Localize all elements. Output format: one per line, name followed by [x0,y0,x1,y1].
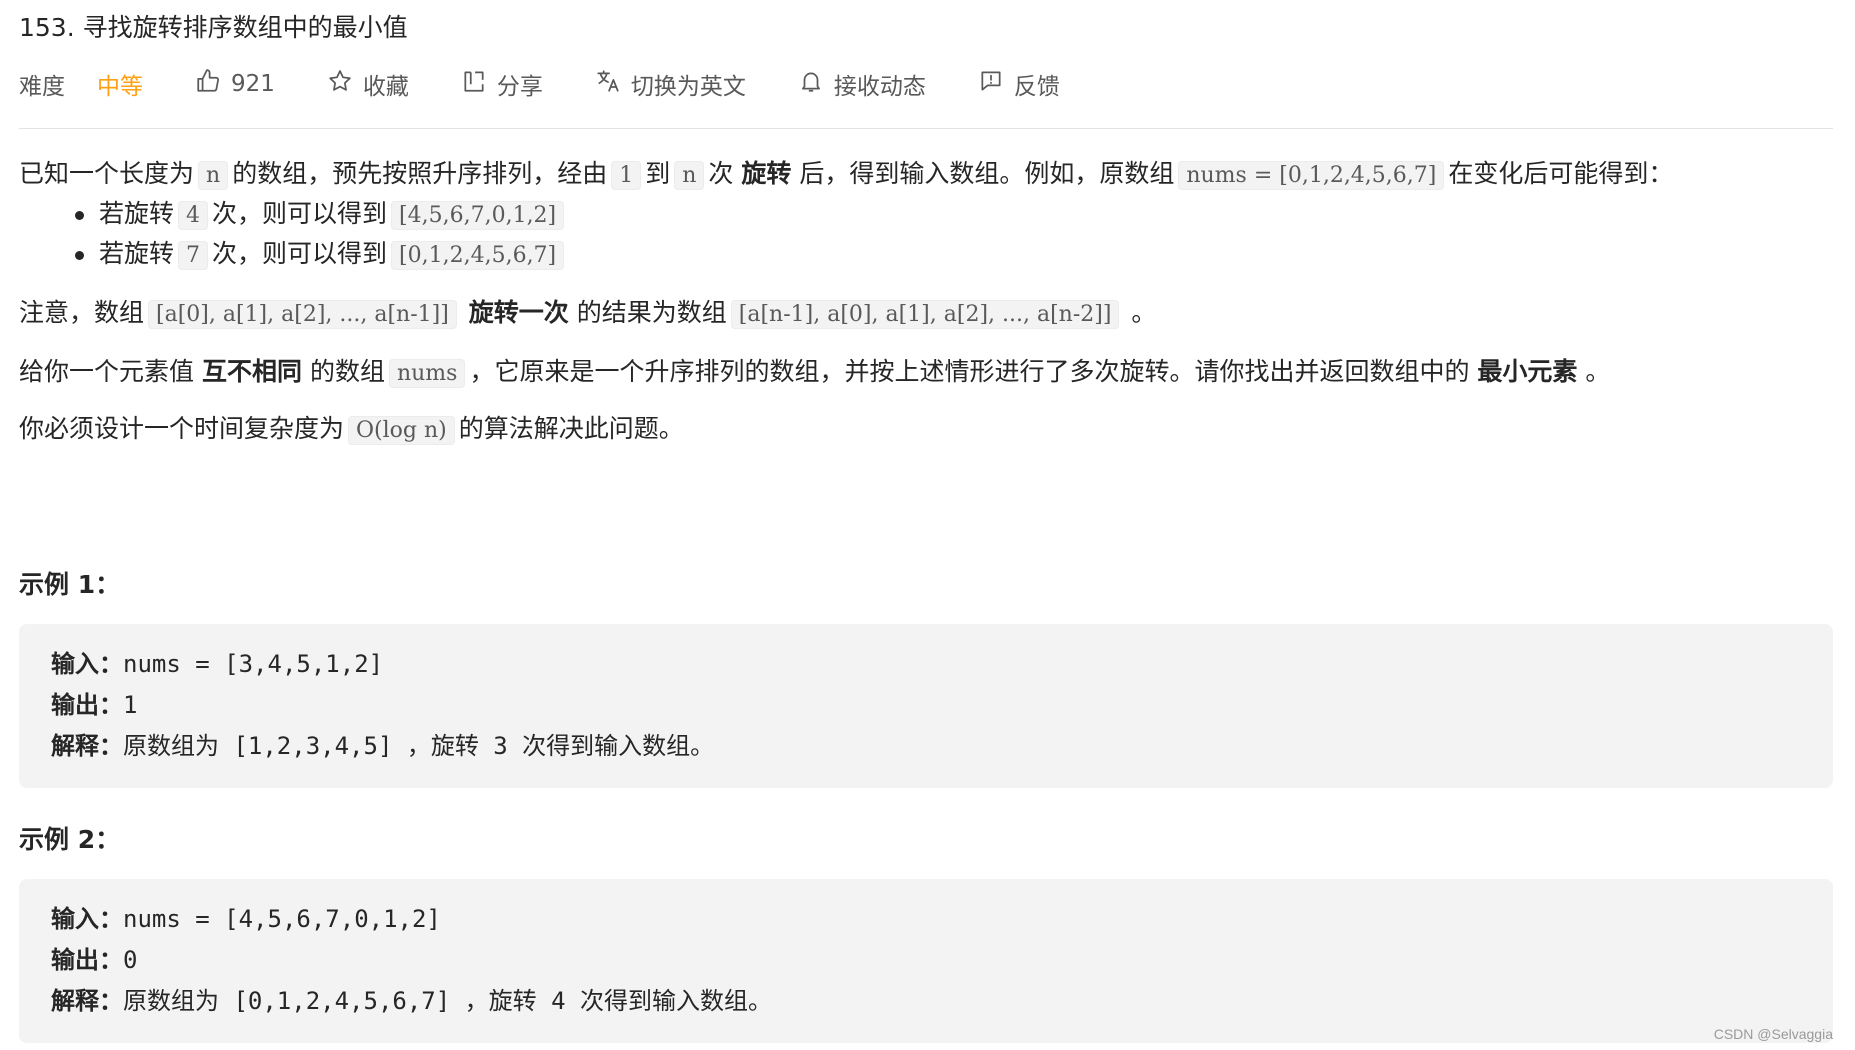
text: 若旋转 [99,199,175,228]
description-paragraph-3: 给你一个元素值 互不相同 的数组 nums ，它原来是一个升序排列的数组，并按上述情… [19,353,1833,393]
feedback-label: 反馈 [1013,74,1060,100]
inline-code: [a[0], a[1], a[2], ..., a[n-1]] [148,300,457,329]
input-label: 输入： [51,650,123,678]
example-output: 输出：0 [51,940,1801,981]
feedback-button[interactable]: 反馈 [978,67,1060,101]
output-value: 0 [123,946,138,974]
output-label: 输出： [51,946,123,974]
text: ，它原来是一个升序排列的数组，并按上述情形进行了多次旋转。请你找出并返回数组中的 [469,357,1470,386]
input-value: nums = [3,4,5,1,2] [123,650,384,678]
feedback-icon [978,68,1004,100]
example-input: 输入：nums = [3,4,5,1,2] [51,644,1801,685]
text: 的算法解决此问题。 [458,414,684,443]
example-explanation: 解释：原数组为 [1,2,3,4,5] ，旋转 3 次得到输入数组。 [51,726,1801,767]
text: 次，则可以得到 [212,239,388,268]
subscribe-button[interactable]: 接收动态 [798,67,926,101]
text: 次，则可以得到 [212,199,388,228]
translate-button[interactable]: 切换为英文 [595,67,746,101]
bold-text: 旋转 [741,159,792,188]
subscribe-label: 接收动态 [833,74,926,100]
list-item: 若旋转 4 次，则可以得到 [4,5,6,7,0,1,2] [71,195,1833,235]
collect-label: 收藏 [362,74,409,100]
text: 后，得到输入数组。例如，原数组 [799,159,1175,188]
text: 注意，数组 [19,298,145,327]
text: 。 [1131,298,1157,327]
problem-page: 153. 寻找旋转排序数组中的最小值 难度 中等 921 收藏 分享 切换为英文… [0,0,1855,1050]
share-label: 分享 [496,74,543,100]
text: 你必须设计一个时间复杂度为 [19,414,345,443]
example-input: 输入：nums = [4,5,6,7,0,1,2] [51,899,1801,940]
inline-code: 4 [178,201,209,230]
inline-code: 1 [611,161,642,190]
like-button[interactable]: 921 [195,68,275,100]
like-count: 921 [231,71,275,97]
inline-code: [0,1,2,4,5,6,7] [391,241,565,270]
example-2-title: 示例 2： [19,825,121,854]
inline-code: 7 [178,241,209,270]
inline-code: [4,5,6,7,0,1,2] [391,201,565,230]
bold-text: 互不相同 [201,357,302,386]
example-1-box: 输入：nums = [3,4,5,1,2] 输出：1 解释：原数组为 [1,2,… [19,624,1833,788]
inline-code: nums = [0,1,2,4,5,6,7] [1178,161,1445,190]
watermark: CSDN @Selvaggia [1713,1026,1833,1042]
description-paragraph-2: 注意，数组 [a[0], a[1], a[2], ..., a[n-1]] 旋转一… [19,294,1833,334]
bold-text: 最小元素 [1477,357,1578,386]
share-button[interactable]: 分享 [461,67,543,101]
description-paragraph-1: 已知一个长度为 n 的数组，预先按照升序排列，经由 1 到 n 次 旋转 后，得到输入数组。… [19,155,1833,195]
text: 。 [1585,357,1611,386]
text: 若旋转 [99,239,175,268]
problem-description: 已知一个长度为 n 的数组，预先按照升序排列，经由 1 到 n 次 旋转 后，得到输入数组。… [19,155,1833,450]
inline-code: nums [388,359,466,388]
share-icon [461,68,487,100]
problem-title: 153. 寻找旋转排序数组中的最小值 [19,13,408,42]
inline-code: O(log n) [348,416,455,445]
thumbs-up-icon [195,68,221,100]
problem-toolbar: 难度 中等 921 收藏 分享 切换为英文 接收动态 反馈 [19,62,1112,106]
description-paragraph-4: 你必须设计一个时间复杂度为 O(log n) 的算法解决此问题。 [19,410,1833,450]
bold-text: 旋转一次 [468,298,569,327]
example-1-title: 示例 1： [19,570,121,599]
inline-code: n [198,161,229,190]
star-icon [327,68,353,100]
explain-value: 原数组为 [0,1,2,4,5,6,7] ，旋转 4 次得到输入数组。 [123,987,772,1015]
text: 已知一个长度为 [19,159,195,188]
output-value: 1 [123,691,138,719]
text: 在变化后可能得到： [1448,159,1674,188]
explain-label: 解释： [51,987,123,1015]
rotation-examples-list: 若旋转 4 次，则可以得到 [4,5,6,7,0,1,2] 若旋转 7 次，则可以得到 [0… [71,195,1833,275]
example-output: 输出：1 [51,685,1801,726]
explain-value: 原数组为 [1,2,3,4,5] ，旋转 3 次得到输入数组。 [123,732,715,760]
difficulty-value: 中等 [97,74,143,100]
example-2-box: 输入：nums = [4,5,6,7,0,1,2] 输出：0 解释：原数组为 [… [19,879,1833,1043]
input-value: nums = [4,5,6,7,0,1,2] [123,905,441,933]
translate-label: 切换为英文 [630,74,746,100]
output-label: 输出： [51,691,123,719]
translate-icon [595,68,621,100]
inline-code: n [674,161,705,190]
inline-code: [a[n-1], a[0], a[1], a[2], ..., a[n-2]] [730,300,1120,329]
list-item: 若旋转 7 次，则可以得到 [0,1,2,4,5,6,7] [71,235,1833,275]
difficulty-indicator: 难度 中等 [19,67,143,101]
text: 给你一个元素值 [19,357,195,386]
collect-button[interactable]: 收藏 [327,67,409,101]
input-label: 输入： [51,905,123,933]
text: 的数组 [309,357,385,386]
difficulty-label: 难度 [19,74,65,100]
explain-label: 解释： [51,732,123,760]
text: 的数组，预先按照升序排列，经由 [232,159,608,188]
bell-icon [798,68,824,100]
text: 到 [645,159,671,188]
header-divider [19,128,1833,129]
text: 的结果为数组 [576,298,727,327]
example-explanation: 解释：原数组为 [0,1,2,4,5,6,7] ，旋转 4 次得到输入数组。 [51,981,1801,1022]
text: 次 [708,159,734,188]
